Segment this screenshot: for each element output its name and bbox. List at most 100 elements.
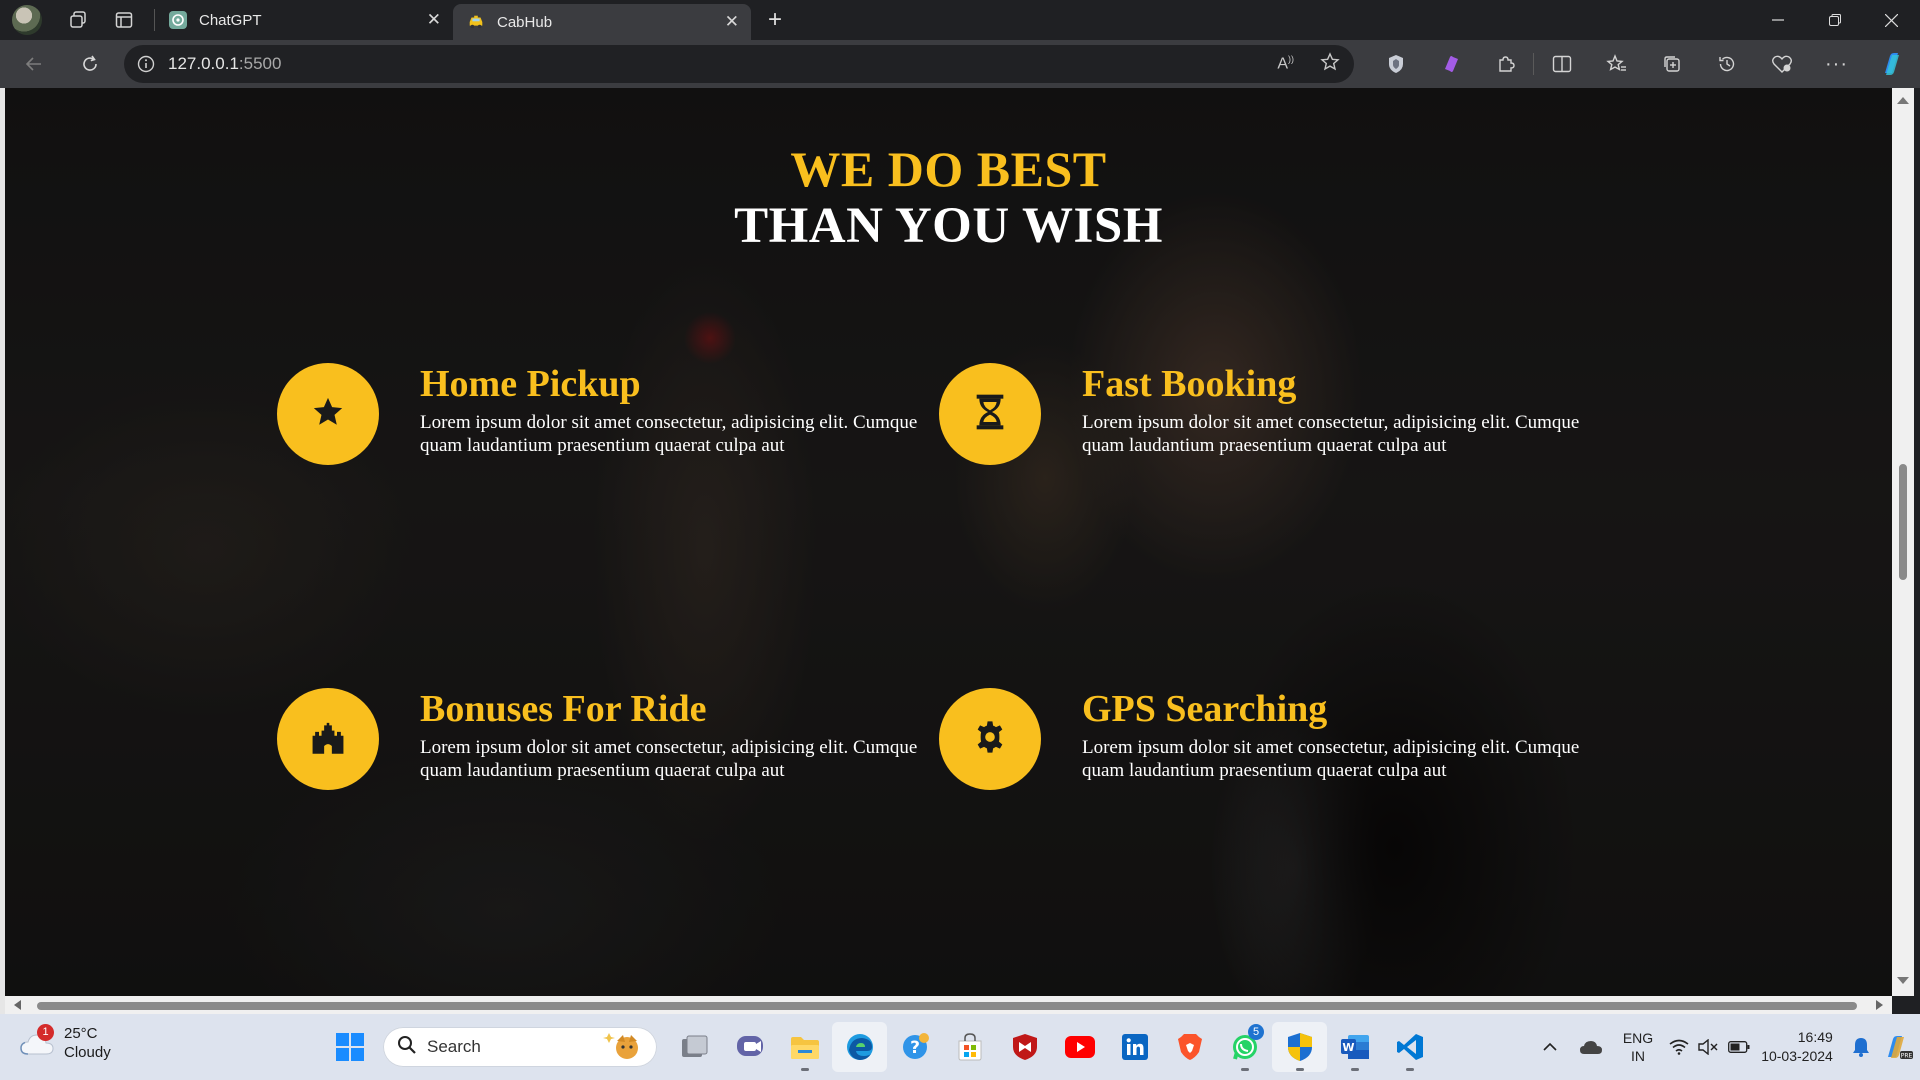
- mcafee-icon[interactable]: [997, 1022, 1052, 1072]
- copilot-icon[interactable]: [1864, 44, 1919, 84]
- language-indicator[interactable]: ENG IN: [1612, 1029, 1664, 1065]
- onedrive-cloud-icon[interactable]: [1570, 1039, 1612, 1055]
- extensions-puzzle-icon[interactable]: [1478, 44, 1533, 84]
- browser-essentials-icon[interactable]: [1754, 44, 1809, 84]
- feature-fast-booking: Fast Booking Lorem ipsum dolor sit amet …: [939, 363, 1579, 473]
- microsoft-store-icon[interactable]: [942, 1022, 997, 1072]
- favorites-icon[interactable]: [1589, 44, 1644, 84]
- horizontal-scrollbar[interactable]: [5, 996, 1892, 1014]
- taxi-favicon-icon: [467, 13, 485, 31]
- file-explorer-icon[interactable]: [777, 1022, 832, 1072]
- teams-chat-icon[interactable]: [722, 1022, 777, 1072]
- new-tab-button[interactable]: +: [757, 2, 793, 38]
- horizontal-scroll-thumb[interactable]: [37, 1002, 1857, 1010]
- url-text: 127.0.0.1:5500: [168, 54, 281, 74]
- start-button[interactable]: [322, 1022, 377, 1072]
- tab-title: ChatGPT: [199, 11, 262, 29]
- clock-time: 16:49: [1797, 1029, 1833, 1045]
- shield-extension-icon[interactable]: [1368, 44, 1423, 84]
- scroll-right-arrow-icon[interactable]: [1876, 1000, 1883, 1010]
- copilot-extension-icon[interactable]: [1423, 44, 1478, 84]
- headline-line2: THAN YOU WISH: [734, 198, 1163, 254]
- close-tab-icon[interactable]: ✕: [427, 10, 441, 30]
- weather-temperature: 25°C: [64, 1025, 98, 1042]
- feature-title: Home Pickup: [420, 363, 641, 405]
- vscode-icon[interactable]: [1382, 1022, 1437, 1072]
- cloudy-weather-icon: 1: [20, 1024, 54, 1056]
- linkedin-icon[interactable]: [1107, 1022, 1162, 1072]
- tab-title: CabHub: [497, 13, 553, 31]
- split-screen-icon[interactable]: [1534, 44, 1589, 84]
- language-region: IN: [1631, 1048, 1645, 1064]
- taskbar-clock[interactable]: 16:49 10-03-2024: [1756, 1028, 1838, 1066]
- site-info-icon[interactable]: [124, 55, 168, 73]
- tab-chatgpt[interactable]: ChatGPT ✕: [155, 0, 453, 40]
- youtube-icon[interactable]: [1052, 1022, 1107, 1072]
- wifi-icon[interactable]: [1664, 1039, 1694, 1055]
- svg-text:W: W: [1342, 1041, 1354, 1054]
- search-highlight-icon: [603, 1031, 647, 1068]
- vertical-scrollbar[interactable]: [1892, 88, 1914, 996]
- profile-avatar[interactable]: [12, 5, 42, 35]
- workspaces-icon[interactable]: [58, 0, 98, 40]
- scroll-down-arrow-icon[interactable]: [1897, 977, 1909, 984]
- search-placeholder: Search: [427, 1037, 481, 1056]
- tab-cabhub[interactable]: CabHub ✕: [453, 4, 751, 40]
- search-icon: [397, 1035, 417, 1060]
- collections-icon[interactable]: [1644, 44, 1699, 84]
- minimize-icon[interactable]: [1749, 0, 1806, 40]
- browser-tab-bar: ChatGPT ✕ CabHub ✕ +: [0, 0, 1920, 40]
- url-port: :5500: [238, 54, 282, 73]
- feature-title: Bonuses For Ride: [420, 688, 707, 730]
- copilot-preview-icon[interactable]: PRE: [1876, 1033, 1920, 1061]
- address-toolbar: 127.0.0.1:5500 A)) ···: [0, 40, 1920, 88]
- feature-description: Lorem ipsum dolor sit amet consectetur, …: [420, 737, 918, 781]
- feature-gps-searching: GPS Searching Lorem ipsum dolor sit amet…: [939, 688, 1579, 798]
- taskbar-search-box[interactable]: Search: [383, 1027, 657, 1067]
- restore-icon[interactable]: [1806, 0, 1863, 40]
- feature-icon-circle: [277, 363, 379, 465]
- feature-home-pickup: Home Pickup Lorem ipsum dolor sit amet c…: [277, 363, 917, 473]
- whatsapp-badge: 5: [1248, 1024, 1264, 1040]
- task-view-icon[interactable]: [667, 1022, 722, 1072]
- history-icon[interactable]: [1699, 44, 1754, 84]
- system-tray: ENG IN 16:49 10-03-2024 PRE: [1530, 1014, 1920, 1080]
- edge-browser-icon[interactable]: [832, 1022, 887, 1072]
- feature-icon-circle: [939, 363, 1041, 465]
- more-menu-icon[interactable]: ···: [1809, 44, 1864, 84]
- battery-icon[interactable]: [1722, 1041, 1756, 1053]
- vertical-scroll-thumb[interactable]: [1899, 464, 1907, 580]
- taskbar-apps: Search ? 5 W: [322, 1014, 1437, 1080]
- chatgpt-favicon-icon: [169, 11, 187, 29]
- volume-muted-icon[interactable]: [1694, 1039, 1722, 1055]
- weather-condition: Cloudy: [64, 1044, 111, 1061]
- favorite-star-icon[interactable]: [1320, 51, 1340, 77]
- scroll-up-arrow-icon[interactable]: [1897, 97, 1909, 104]
- get-help-icon[interactable]: ?: [887, 1022, 942, 1072]
- show-hidden-icons-chevron-icon[interactable]: [1530, 1042, 1570, 1052]
- clock-date: 10-03-2024: [1761, 1048, 1833, 1064]
- word-icon[interactable]: W: [1327, 1022, 1382, 1072]
- back-button[interactable]: [12, 44, 56, 84]
- weather-widget[interactable]: 1 25°C Cloudy: [20, 1024, 111, 1062]
- read-aloud-icon[interactable]: A)): [1277, 54, 1294, 73]
- feature-icon-circle: [277, 688, 379, 790]
- star-icon: [311, 395, 345, 434]
- notification-bell-icon[interactable]: [1846, 1037, 1876, 1057]
- feature-description: Lorem ipsum dolor sit amet consectetur, …: [1082, 412, 1580, 456]
- close-window-icon[interactable]: [1863, 0, 1920, 40]
- close-tab-icon[interactable]: ✕: [725, 12, 739, 32]
- window-controls: [1749, 0, 1920, 40]
- url-host: 127.0.0.1: [168, 54, 239, 73]
- gear-icon: [973, 720, 1007, 759]
- scroll-left-arrow-icon[interactable]: [14, 1000, 21, 1010]
- whatsapp-icon[interactable]: 5: [1217, 1022, 1272, 1072]
- vertical-tabs-icon[interactable]: [104, 0, 144, 40]
- brave-browser-icon[interactable]: [1162, 1022, 1217, 1072]
- castle-icon: [310, 720, 346, 759]
- feature-description: Lorem ipsum dolor sit amet consectetur, …: [420, 412, 918, 456]
- headline-line1: WE DO BEST: [790, 141, 1107, 197]
- refresh-button[interactable]: [68, 44, 112, 84]
- windows-security-icon[interactable]: [1272, 1022, 1327, 1072]
- address-bar[interactable]: 127.0.0.1:5500 A)): [124, 45, 1354, 83]
